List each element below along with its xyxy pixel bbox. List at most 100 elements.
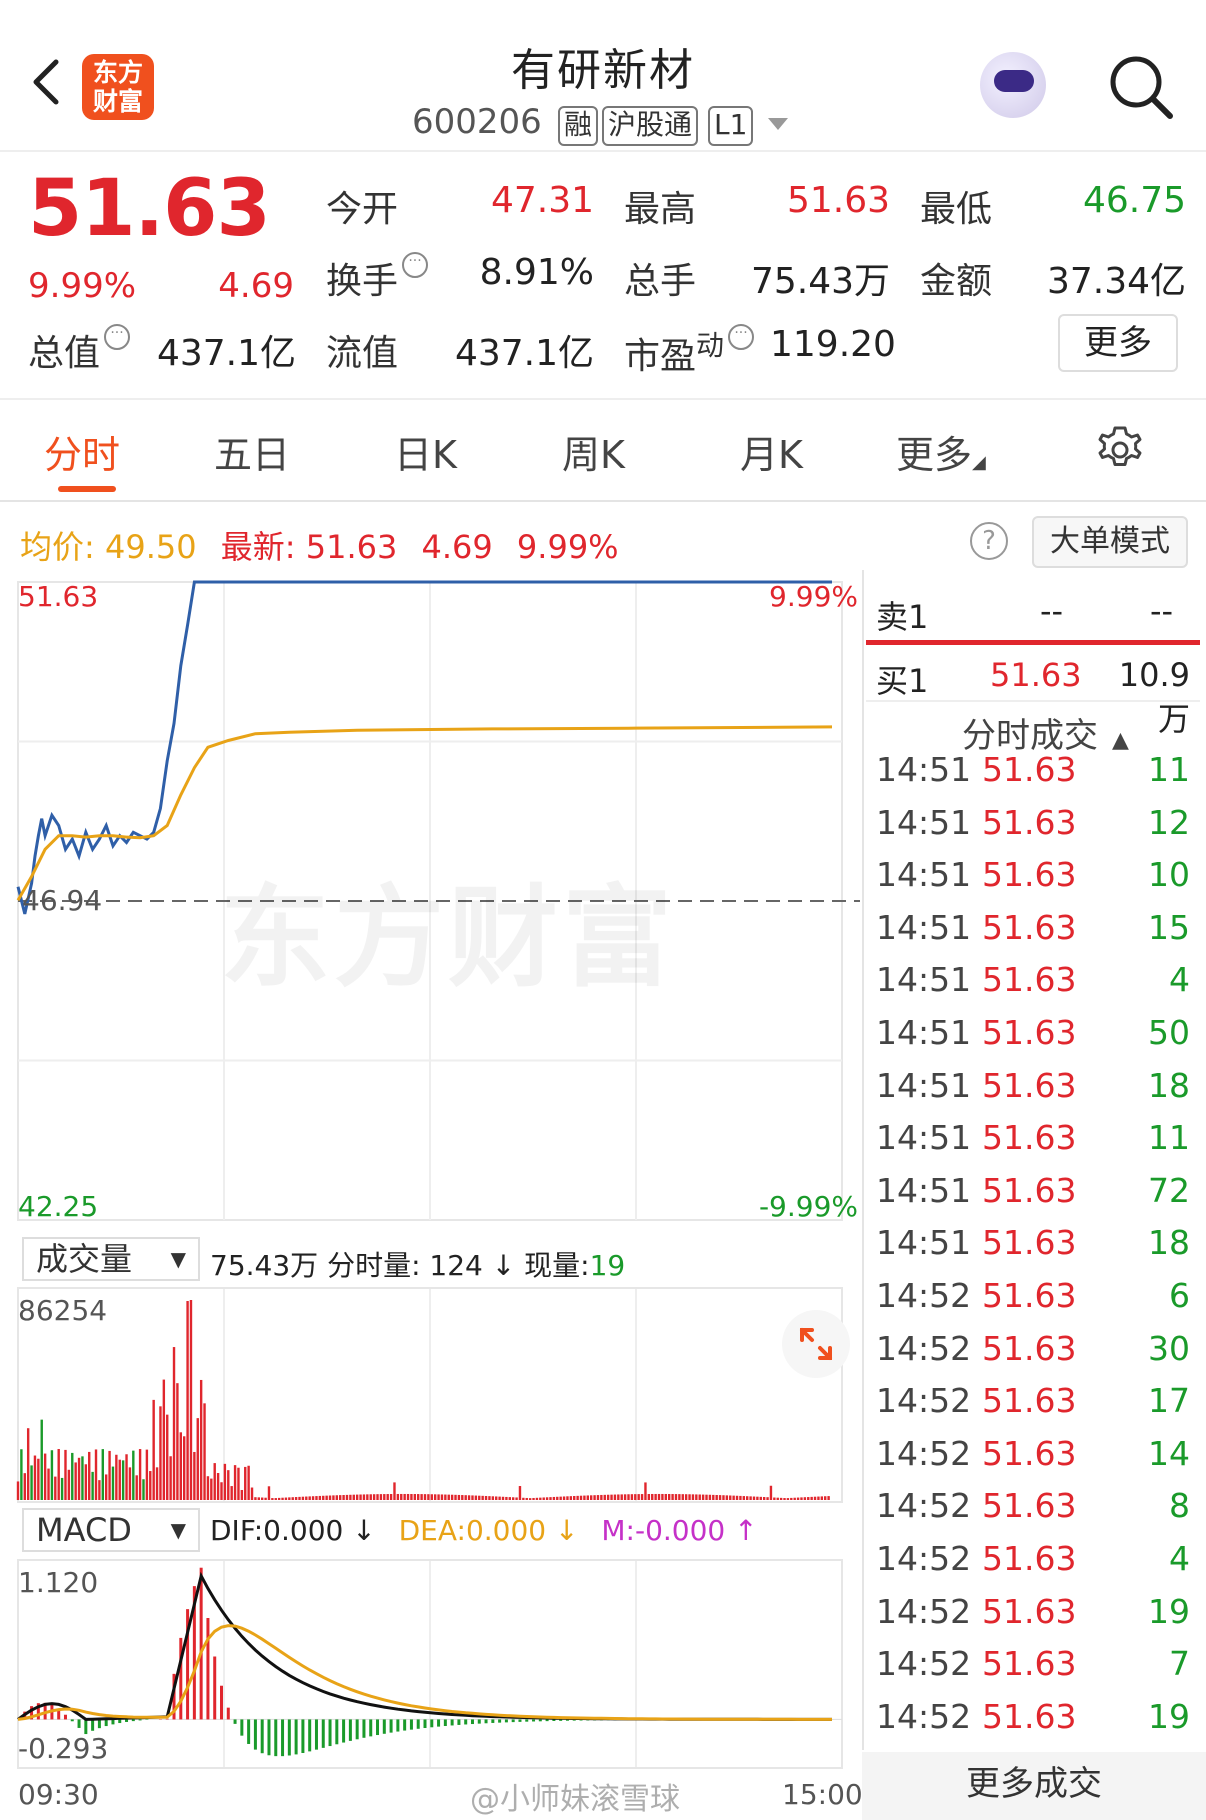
total-value-label[interactable]: 总值 ··· <box>28 324 131 376</box>
stock-name: 有研新材 <box>511 45 695 96</box>
tab-monthly-k[interactable]: 月K <box>740 424 803 479</box>
trade-price: 51.63 <box>982 802 1077 842</box>
volume-bar <box>695 1494 698 1500</box>
pre-close-label: 46.94 <box>22 884 103 917</box>
volume-bar <box>328 1495 332 1500</box>
trade-volume: 11 <box>1148 750 1190 789</box>
dropdown-caret-icon[interactable] <box>768 118 788 130</box>
buy1-label: 买1 <box>876 662 929 700</box>
info-dots-icon[interactable]: ··· <box>402 252 429 278</box>
pe-label[interactable]: 市盈动 ··· <box>624 324 755 379</box>
tab-intraday[interactable]: 分时 <box>44 424 120 479</box>
volume-bar <box>803 1497 807 1500</box>
macd-histogram-bar <box>328 1719 332 1747</box>
volume-bar <box>182 1436 186 1500</box>
volume-bar <box>223 1463 227 1500</box>
macd-histogram-bar <box>308 1719 312 1752</box>
pe-dynamic-sup: 动 <box>696 329 725 362</box>
trade-time: 14:51 <box>876 1170 972 1210</box>
trade-time: 14:51 <box>876 750 972 789</box>
turnover-label[interactable]: 换手 ··· <box>326 252 429 304</box>
volume-bar <box>779 1497 783 1500</box>
intraday-chart[interactable] <box>0 570 862 1820</box>
trade-time: 14:51 <box>876 1118 972 1158</box>
app-logo[interactable]: 东方 财富 <box>82 54 154 120</box>
trade-price: 51.63 <box>982 1223 1077 1263</box>
trade-price: 51.63 <box>982 750 1077 789</box>
trade-volume: 6 <box>1169 1276 1190 1315</box>
volume-bar <box>101 1449 104 1500</box>
trade-price: 51.63 <box>982 907 1077 947</box>
volume-bar <box>535 1497 539 1500</box>
tab-five-day[interactable]: 五日 <box>214 424 290 479</box>
volume-indicator-select[interactable]: 成交量 ▼ <box>22 1237 200 1281</box>
volume-bar <box>332 1495 335 1500</box>
macd-histogram-bar <box>457 1719 461 1725</box>
volume-bar <box>267 1486 271 1500</box>
volume-bar <box>600 1494 603 1500</box>
trade-volume: 4 <box>1169 1539 1190 1578</box>
pct-high-label: 9.99% <box>769 580 858 613</box>
expand-icon[interactable] <box>782 1310 850 1378</box>
tab-weekly-k[interactable]: 周K <box>562 424 625 479</box>
back-arrow-icon[interactable] <box>28 58 64 106</box>
price-low-label: 42.25 <box>18 1190 99 1223</box>
volume-bar <box>104 1474 108 1500</box>
volume-bar <box>749 1496 752 1500</box>
volume-bar <box>277 1497 281 1500</box>
macd-indicator-select[interactable]: MACD ▼ <box>22 1508 200 1552</box>
volume-bar <box>145 1449 149 1500</box>
macd-histogram-bar <box>342 1719 346 1743</box>
info-dots-icon[interactable]: ··· <box>728 324 755 350</box>
volume-bar <box>389 1494 393 1500</box>
volume-bar <box>545 1497 549 1500</box>
pe-label-text: 市盈 <box>624 336 697 377</box>
trade-row: 14:51 51.63 12 <box>876 803 1190 855</box>
volume-bar <box>220 1482 223 1500</box>
macd-histogram-bar <box>213 1656 217 1720</box>
volume-bar <box>291 1497 294 1500</box>
trade-row: 14:51 51.63 10 <box>876 855 1190 907</box>
volume-bar <box>179 1432 182 1500</box>
macd-histogram-bar <box>335 1719 339 1745</box>
dea-line <box>17 1624 832 1721</box>
macd-histogram-bar <box>267 1719 271 1756</box>
volume-bar <box>352 1494 355 1500</box>
volume-bar <box>176 1383 179 1500</box>
volume-bar <box>159 1406 162 1500</box>
intraday-info-line: 均价: 49.50 最新: 51.63 4.69 9.99% <box>20 522 619 568</box>
volume-bar <box>593 1495 596 1500</box>
volume-bar <box>712 1494 715 1500</box>
credit-watermark: @小师妹滚雪球 <box>470 1782 680 1817</box>
help-question-icon[interactable]: ? <box>970 522 1008 560</box>
volume-bar <box>664 1493 668 1500</box>
macd-histogram-bar <box>355 1719 359 1740</box>
volume-bar <box>359 1494 362 1500</box>
volume-bar <box>450 1494 454 1500</box>
volume-bar <box>108 1450 111 1500</box>
volume-bar <box>186 1301 189 1500</box>
macd-histogram-bar <box>294 1719 298 1755</box>
more-quote-button[interactable]: 更多 <box>1058 314 1178 372</box>
info-dots-icon[interactable]: ··· <box>104 324 131 350</box>
trade-price: 51.63 <box>982 1539 1077 1578</box>
volume-bar <box>511 1497 515 1500</box>
more-trades-button[interactable]: 更多成交 <box>862 1752 1206 1820</box>
trade-time: 14:51 <box>876 855 972 895</box>
macd-histogram-bar <box>532 1719 536 1722</box>
volume-summary: 75.43万 分时量: 124 ↓ 现量:19 <box>210 1244 625 1284</box>
tab-daily-k[interactable]: 日K <box>394 424 457 479</box>
volume-bar <box>464 1495 467 1500</box>
settings-gear-icon[interactable] <box>1094 424 1146 476</box>
volume-bar <box>121 1460 125 1500</box>
macd-histogram-bar <box>111 1719 115 1725</box>
tab-more[interactable]: 更多◢ <box>896 424 986 479</box>
volume-bar <box>210 1478 213 1500</box>
volume-bar <box>264 1497 267 1500</box>
trade-volume: 10 <box>1148 855 1190 895</box>
volume-bar <box>583 1495 586 1500</box>
volume-bar <box>644 1482 647 1500</box>
trade-price: 51.63 <box>982 1065 1077 1105</box>
search-icon[interactable] <box>1106 52 1176 122</box>
big-order-mode-button[interactable]: 大单模式 <box>1032 516 1188 568</box>
